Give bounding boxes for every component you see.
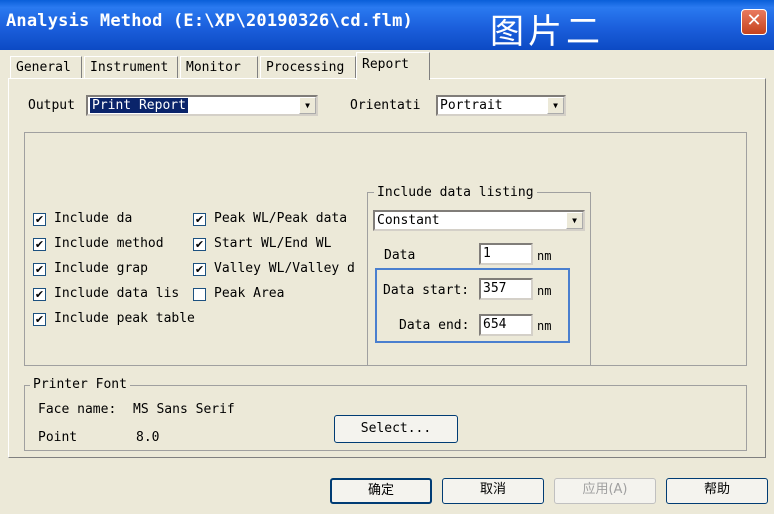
- tab-report[interactable]: Report: [356, 52, 430, 80]
- checkbox-include-peak-table[interactable]: ✔: [33, 313, 46, 326]
- checkbox-include-date[interactable]: ✔: [33, 213, 46, 226]
- close-button[interactable]: ✕: [741, 9, 767, 35]
- chevron-down-icon[interactable]: ▼: [566, 212, 583, 229]
- ok-button[interactable]: 确定: [330, 478, 432, 504]
- checkbox-include-graph[interactable]: ✔: [33, 263, 46, 276]
- window-title: Analysis Method (E:\XP\20190326\cd.flm): [6, 11, 413, 31]
- data-listing-mode-select[interactable]: Constant ▼: [373, 210, 585, 231]
- data-start-field[interactable]: 357: [479, 278, 533, 300]
- tab-processing[interactable]: Processing: [260, 56, 356, 79]
- checkbox-label: Start WL/End WL: [214, 236, 332, 251]
- checkbox-label: Peak WL/Peak data: [214, 211, 348, 226]
- tab-instrument[interactable]: Instrument: [84, 56, 178, 79]
- unit-label: nm: [537, 319, 552, 333]
- select-font-button[interactable]: Select...: [334, 415, 458, 443]
- data-interval-label: Data: [384, 248, 416, 263]
- unit-label: nm: [537, 249, 552, 263]
- tab-general[interactable]: General: [10, 56, 82, 79]
- checkbox-peak-area[interactable]: [193, 288, 206, 301]
- checkbox-label: Include grap: [54, 261, 148, 276]
- orientation-label: Orientati: [350, 98, 421, 113]
- data-start-label: Data start:: [383, 283, 470, 298]
- output-label: Output: [28, 98, 75, 113]
- title-annotation: 图片二: [490, 12, 604, 52]
- close-icon: ✕: [746, 10, 762, 31]
- checkbox-peak-wl[interactable]: ✔: [193, 213, 206, 226]
- data-interval-field[interactable]: 1: [479, 243, 533, 265]
- checkbox-label: Valley WL/Valley d: [214, 261, 355, 276]
- checkbox-label: Peak Area: [214, 286, 285, 301]
- data-end-label: Data end:: [399, 318, 470, 333]
- check-icon: ✔: [194, 238, 205, 251]
- face-name-value: MS Sans Serif: [133, 402, 235, 417]
- checkbox-label: Include method: [54, 236, 164, 251]
- help-button[interactable]: 帮助: [666, 478, 768, 504]
- checkbox-include-method[interactable]: ✔: [33, 238, 46, 251]
- check-icon: ✔: [194, 213, 205, 226]
- face-name-label: Face name:: [38, 402, 117, 417]
- checkbox-start-end-wl[interactable]: ✔: [193, 238, 206, 251]
- check-icon: ✔: [34, 263, 45, 276]
- check-icon: ✔: [194, 263, 205, 276]
- data-listing-group-title: Include data listing: [374, 185, 537, 200]
- point-size-label: Point: [38, 430, 78, 445]
- tab-monitor[interactable]: Monitor: [180, 56, 258, 79]
- data-listing-mode-value: Constant: [377, 213, 440, 228]
- data-end-field[interactable]: 654: [479, 314, 533, 336]
- checkbox-label: Include data lis: [54, 286, 180, 301]
- apply-button[interactable]: 应用(A): [554, 478, 656, 504]
- orientation-select-value: Portrait: [440, 98, 503, 113]
- checkbox-include-data-listing[interactable]: ✔: [33, 288, 46, 301]
- output-select-value: Print Report: [90, 98, 188, 113]
- unit-label: nm: [537, 284, 552, 298]
- printer-font-group-title: Printer Font: [30, 377, 130, 392]
- check-icon: ✔: [34, 238, 45, 251]
- check-icon: ✔: [34, 313, 45, 326]
- point-size-value: 8.0: [136, 430, 160, 445]
- checkbox-valley-wl[interactable]: ✔: [193, 263, 206, 276]
- cancel-button[interactable]: 取消: [442, 478, 544, 504]
- checkbox-label: Include peak table: [54, 311, 195, 326]
- chevron-down-icon[interactable]: ▼: [547, 97, 564, 114]
- check-icon: ✔: [34, 213, 45, 226]
- chevron-down-icon[interactable]: ▼: [299, 97, 316, 114]
- check-icon: ✔: [34, 288, 45, 301]
- orientation-select[interactable]: Portrait ▼: [436, 95, 566, 116]
- output-select[interactable]: Print Report ▼: [86, 95, 318, 116]
- checkbox-label: Include da: [54, 211, 133, 226]
